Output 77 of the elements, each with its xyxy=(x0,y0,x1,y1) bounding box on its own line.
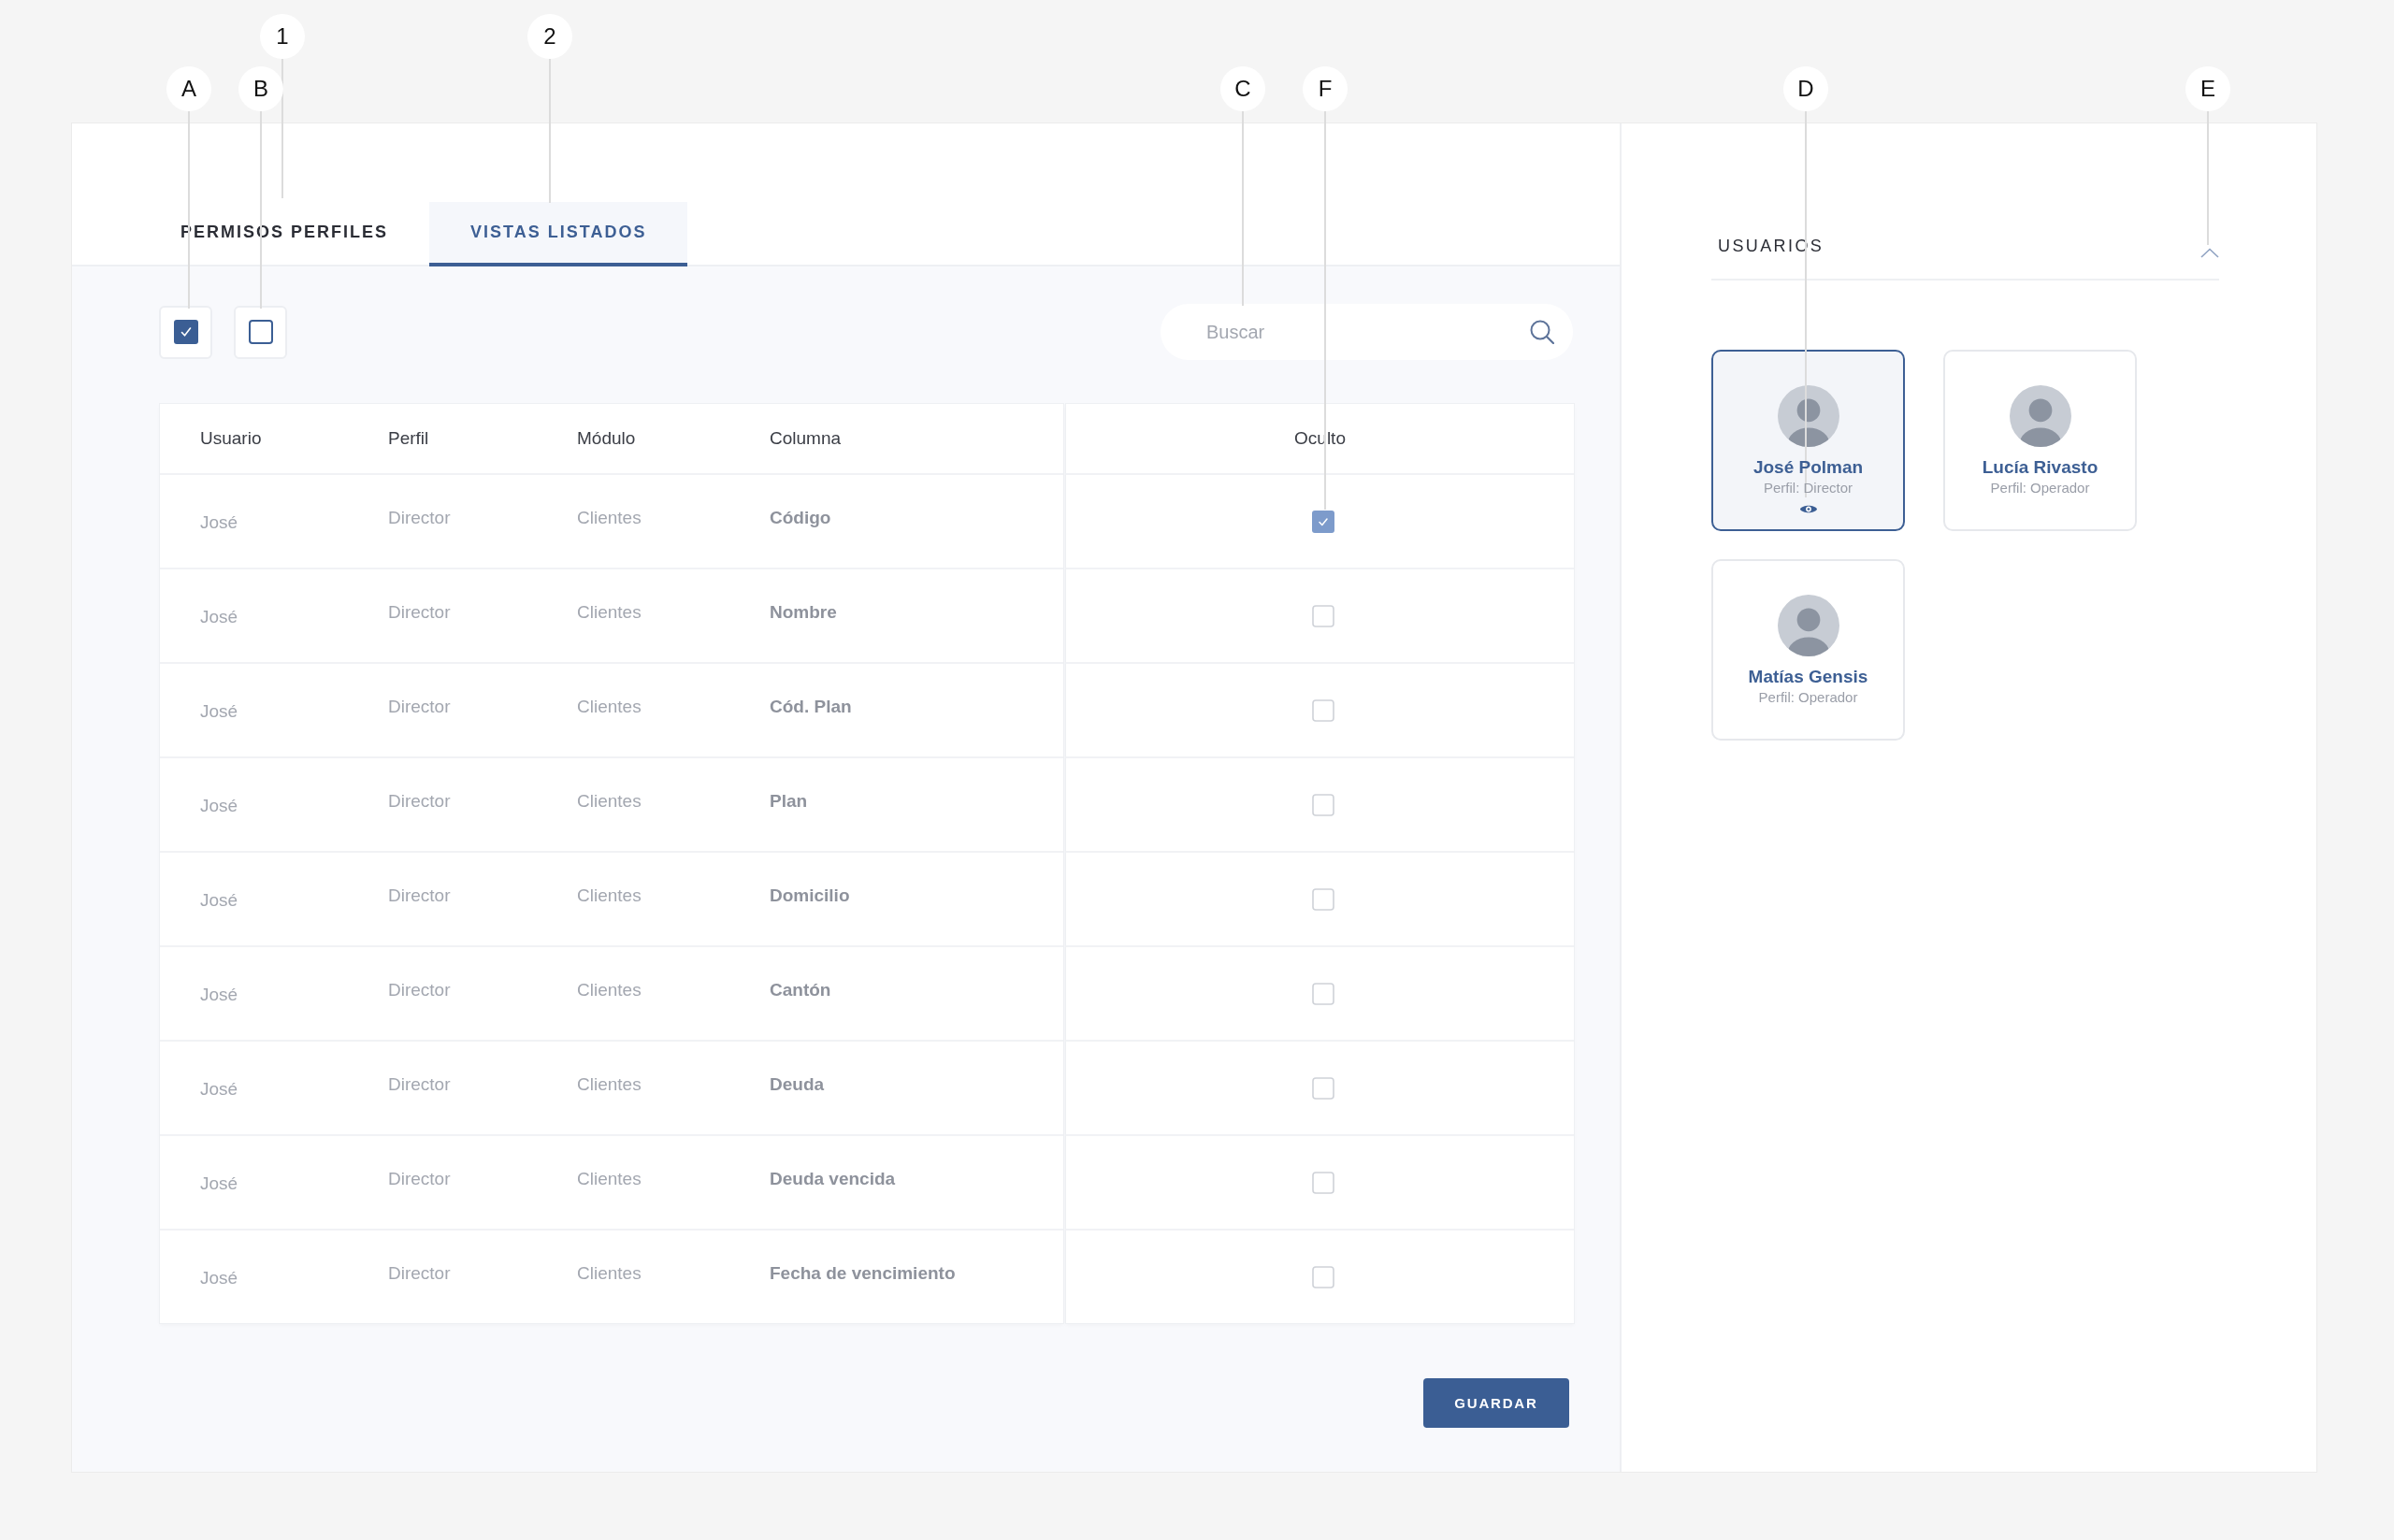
column-header: Módulo xyxy=(577,428,636,449)
table-cell-text: Clientes xyxy=(577,1168,642,1190)
callout-marker: 1 xyxy=(260,14,305,59)
checkbox[interactable] xyxy=(1311,1076,1334,1100)
table-cell-text: Clientes xyxy=(577,1262,642,1285)
checkbox[interactable] xyxy=(1311,982,1334,1005)
table-cell-text: José xyxy=(200,1077,238,1100)
checkbox[interactable] xyxy=(1311,1171,1334,1194)
user-name: Lucía Rivasto xyxy=(1982,456,2098,479)
save-button[interactable]: GUARDAR xyxy=(1423,1378,1569,1428)
tab[interactable]: VISTAS LISTADOS xyxy=(429,202,688,266)
table-cell-text: Director xyxy=(388,1073,451,1096)
table-cell-text: Domicilio xyxy=(770,885,850,907)
table-cell-text: Clientes xyxy=(577,1073,642,1096)
user-name: Matías Gensis xyxy=(1748,666,1868,688)
eye-icon xyxy=(1798,503,1818,515)
column-header: Columna xyxy=(770,428,842,449)
user-profile: Perfil: Director xyxy=(1764,479,1853,497)
checkbox[interactable] xyxy=(1311,1265,1334,1288)
checkbox-toggle-button[interactable] xyxy=(234,305,287,359)
table-cell-text: José xyxy=(200,511,238,533)
table-cell-text: José xyxy=(200,888,238,911)
table-cell-text: Director xyxy=(388,1262,451,1285)
callout-marker: A xyxy=(166,66,211,111)
table-cell-text: Cantón xyxy=(770,979,831,1001)
table-cell-text: Clientes xyxy=(577,601,642,624)
table-cell-text: José xyxy=(200,605,238,627)
user-profile: Perfil: Operador xyxy=(1758,688,1858,707)
column-header: Usuario xyxy=(200,428,262,449)
table-cell-text: Director xyxy=(388,790,451,813)
table-cell-text: Director xyxy=(388,885,451,907)
table-cell-text: Deuda vencida xyxy=(770,1168,896,1190)
table-cell-text: José xyxy=(200,1266,238,1288)
table-cell-text: Director xyxy=(388,696,451,718)
table-cell-text: Deuda xyxy=(770,1073,825,1096)
checkbox-toggle-button[interactable] xyxy=(159,305,212,359)
checkbox[interactable] xyxy=(1311,604,1334,627)
table-cell-text: Plan xyxy=(770,790,808,813)
table-cell-text: Clientes xyxy=(577,790,642,813)
tab[interactable]: PERMISOS PERFILES xyxy=(139,202,430,266)
callout-marker: D xyxy=(1783,66,1828,111)
column-header: Oculto xyxy=(1294,428,1346,449)
table-cell-text: José xyxy=(200,699,238,722)
checkbox[interactable] xyxy=(1311,887,1334,911)
user-card[interactable]: Matías Gensis Perfil: Operador xyxy=(1711,559,1905,741)
section-title: USUARIOS xyxy=(1718,236,1824,257)
chevron-up-icon[interactable] xyxy=(2200,247,2219,258)
table-cell-text: Nombre xyxy=(770,601,837,624)
checkbox[interactable] xyxy=(1311,698,1334,722)
table-cell-text: José xyxy=(200,983,238,1005)
table-cell-text: Clientes xyxy=(577,696,642,718)
search-field[interactable]: Buscar xyxy=(1161,304,1573,360)
table-cell-text: Director xyxy=(388,601,451,624)
user-profile: Perfil: Operador xyxy=(1990,479,2090,497)
column-header: Perfil xyxy=(388,428,429,449)
user-card[interactable]: José Polman Perfil: Director xyxy=(1711,350,1905,531)
callout-marker: F xyxy=(1303,66,1348,111)
table-cell-text: Código xyxy=(770,507,831,529)
table-cell-text: Clientes xyxy=(577,885,642,907)
table-cell-text: Director xyxy=(388,1168,451,1190)
search-icon[interactable] xyxy=(1530,320,1554,344)
table-cell-text: José xyxy=(200,1172,238,1194)
table-cell-text: Clientes xyxy=(577,507,642,529)
callout-marker: E xyxy=(2185,66,2230,111)
table-cell-text: Director xyxy=(388,507,451,529)
table-cell-text: Clientes xyxy=(577,979,642,1001)
table-cell-text: Cód. Plan xyxy=(770,696,852,718)
user-card[interactable]: Lucía Rivasto Perfil: Operador xyxy=(1943,350,2137,531)
table-cell-text: Fecha de vencimiento xyxy=(770,1262,956,1285)
table-cell-text: José xyxy=(200,794,238,816)
callout-marker: 2 xyxy=(527,14,572,59)
callout-marker: B xyxy=(238,66,283,111)
user-name: José Polman xyxy=(1752,456,1864,479)
table-cell-text: Director xyxy=(388,979,451,1001)
checkbox[interactable] xyxy=(1311,510,1334,533)
callout-marker: C xyxy=(1220,66,1265,111)
checkbox[interactable] xyxy=(1311,793,1334,816)
